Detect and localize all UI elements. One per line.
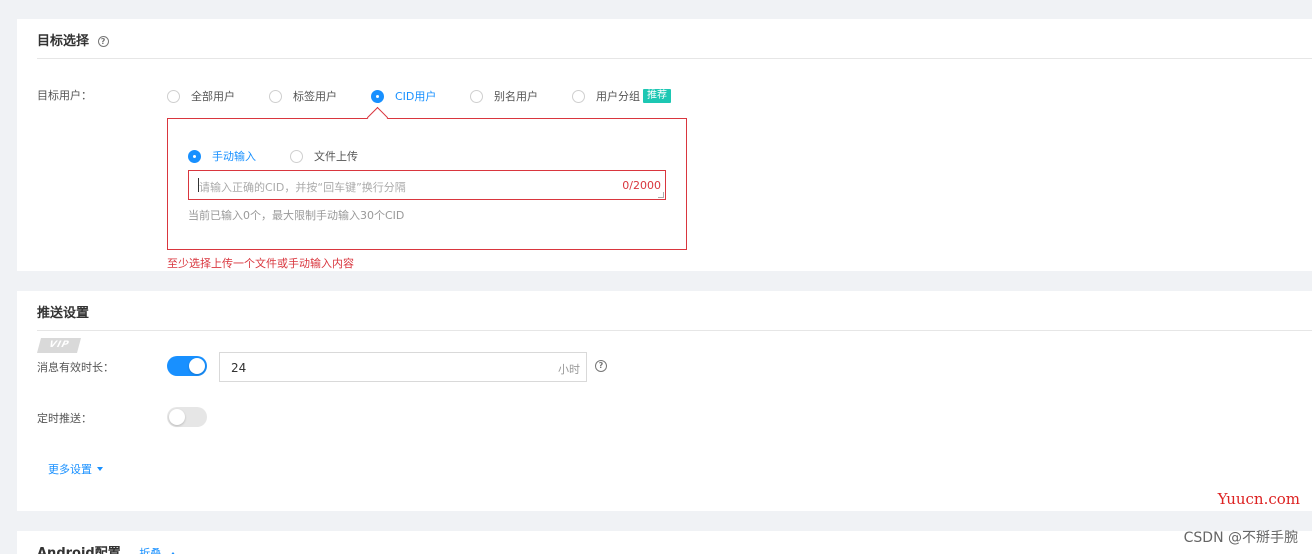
radio-all-users[interactable]: 全部用户 [167,88,235,104]
recommend-tag: 推荐 [643,89,671,103]
divider [37,58,1312,59]
radio-circle-icon [269,89,282,103]
cid-input-panel: 手动输入 文件上传 请输入正确的CID，并按“回车键”换行分隔 0/2000 当… [167,118,687,250]
android-config-title: Android配置 折叠 [37,542,176,554]
author-watermark: CSDN @不掰手腕 [1183,530,1298,546]
radio-checked-icon [371,89,384,103]
help-icon[interactable]: ? [97,36,109,47]
vip-badge: VIP [36,338,82,353]
divider [37,330,1312,331]
cid-placeholder: 请输入正确的CID，并按“回车键”换行分隔 [199,181,406,194]
resize-grip-icon[interactable] [658,192,664,198]
collapse-link[interactable]: 折叠 [139,547,176,554]
radio-circle-icon [470,89,483,103]
schedule-label: 定时推送： [37,412,92,425]
cid-textarea[interactable]: 请输入正确的CID，并按“回车键”换行分隔 0/2000 [188,170,666,200]
radio-user-groups[interactable]: 用户分组 推荐 [572,88,671,104]
ttl-unit: 小时 [558,363,580,376]
android-config-card: Android配置 折叠 [17,531,1312,554]
push-settings-card: 推送设置 VIP 消息有效时长： 24 小时 ? 定时推送： 更多设置 [17,291,1312,511]
schedule-toggle[interactable] [167,407,207,427]
toggle-knob [169,409,185,425]
target-selection-title: 目标选择 ? [37,30,109,49]
ttl-value: 24 [231,361,247,375]
validation-error: 至少选择上传一个文件或手动输入内容 [167,257,354,270]
target-selection-card: 目标选择 ? 目标用户： 全部用户 标签用户 CID用户 别名用户 用户分组 推… [17,19,1312,271]
target-user-label: 目标用户： [37,89,92,102]
radio-circle-icon [167,89,180,103]
push-settings-title: 推送设置 [37,306,90,321]
cid-hint: 当前已输入0个，最大限制手动输入30个CID [188,209,405,222]
radio-tag-users[interactable]: 标签用户 [269,88,337,104]
help-icon[interactable]: ? [595,360,607,372]
ttl-input[interactable]: 24 小时 [219,352,587,382]
ttl-label: 消息有效时长： [37,361,114,374]
radio-checked-icon [188,149,201,163]
toggle-knob [189,358,205,374]
radio-file-upload[interactable]: 文件上传 [290,148,358,164]
caret-down-icon [97,467,103,471]
radio-manual-input[interactable]: 手动输入 [188,148,256,164]
radio-circle-icon [290,149,303,163]
radio-cid-users[interactable]: CID用户 [371,88,436,104]
site-watermark: Yuucn.com [1217,490,1300,508]
radio-alias-users[interactable]: 别名用户 [470,88,538,104]
ttl-toggle[interactable] [167,356,207,376]
cid-char-counter: 0/2000 [622,179,661,192]
more-settings-link[interactable]: 更多设置 [48,461,103,477]
radio-circle-icon [572,89,585,103]
